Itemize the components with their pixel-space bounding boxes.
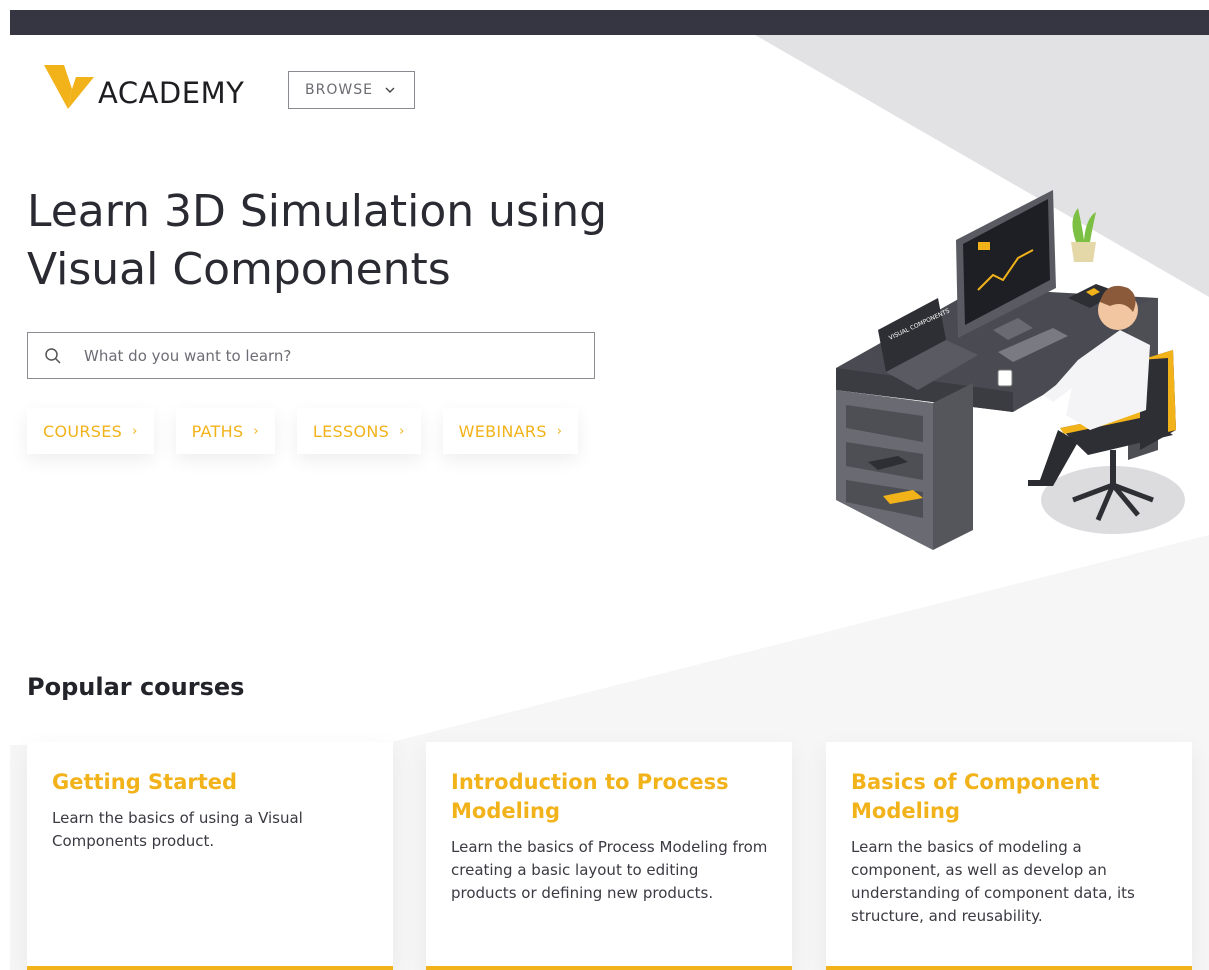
course-card-title[interactable]: Getting Started [52, 768, 369, 797]
logo-text: ACADEMY [98, 76, 245, 110]
chevron-down-icon [385, 87, 395, 93]
page: ACADEMY BROWSE Learn 3D Simulation using… [10, 35, 1209, 970]
courses-link-label: COURSES [43, 421, 123, 441]
paths-link[interactable]: PATHS › [175, 408, 275, 454]
course-card-description: Learn the basics of Process Modeling fro… [451, 838, 768, 902]
lessons-link[interactable]: LESSONS › [296, 408, 421, 454]
chevron-right-icon: › [556, 423, 563, 439]
quick-links: COURSES › PATHS › LESSONS › WEBINARS › [27, 408, 579, 454]
course-card-process-modeling[interactable]: Introduction to Process Modeling Learn t… [426, 742, 792, 970]
hero-illustration: VISUAL COMPONENTS [836, 190, 1185, 550]
chevron-right-icon: › [399, 423, 405, 439]
search-box [27, 332, 595, 379]
browse-label: BROWSE [305, 82, 373, 98]
course-card-title[interactable]: Basics of Component Modeling [851, 768, 1168, 826]
webinars-link[interactable]: WEBINARS › [442, 408, 579, 454]
hero-title-line1: Learn 3D Simulation using [27, 186, 608, 237]
courses-link[interactable]: COURSES › [27, 408, 154, 454]
search-icon[interactable] [44, 347, 62, 365]
top-bar [10, 10, 1209, 35]
lessons-link-label: LESSONS [312, 421, 390, 441]
webinars-link-label: WEBINARS [458, 421, 547, 441]
academy-logo[interactable]: ACADEMY [44, 63, 244, 111]
course-card-component-modeling[interactable]: Basics of Component Modeling Learn the b… [826, 742, 1192, 970]
chevron-right-icon: › [253, 423, 259, 439]
hero-title-line2: Visual Components [27, 244, 451, 295]
course-card-title[interactable]: Introduction to Process Modeling [451, 768, 768, 826]
course-card-description: Learn the basics of modeling a component… [851, 838, 1135, 925]
hero-title: Learn 3D Simulation using Visual Compone… [27, 183, 667, 299]
course-card-description: Learn the basics of using a Visual Compo… [52, 809, 303, 850]
search-input[interactable] [84, 346, 564, 365]
logo-v-icon [44, 65, 94, 109]
chevron-right-icon: › [132, 423, 138, 439]
paths-link-label: PATHS [191, 421, 244, 441]
browse-dropdown[interactable]: BROWSE [288, 71, 415, 109]
course-card-getting-started[interactable]: Getting Started Learn the basics of usin… [27, 742, 393, 970]
popular-courses-title: Popular courses [27, 673, 245, 701]
